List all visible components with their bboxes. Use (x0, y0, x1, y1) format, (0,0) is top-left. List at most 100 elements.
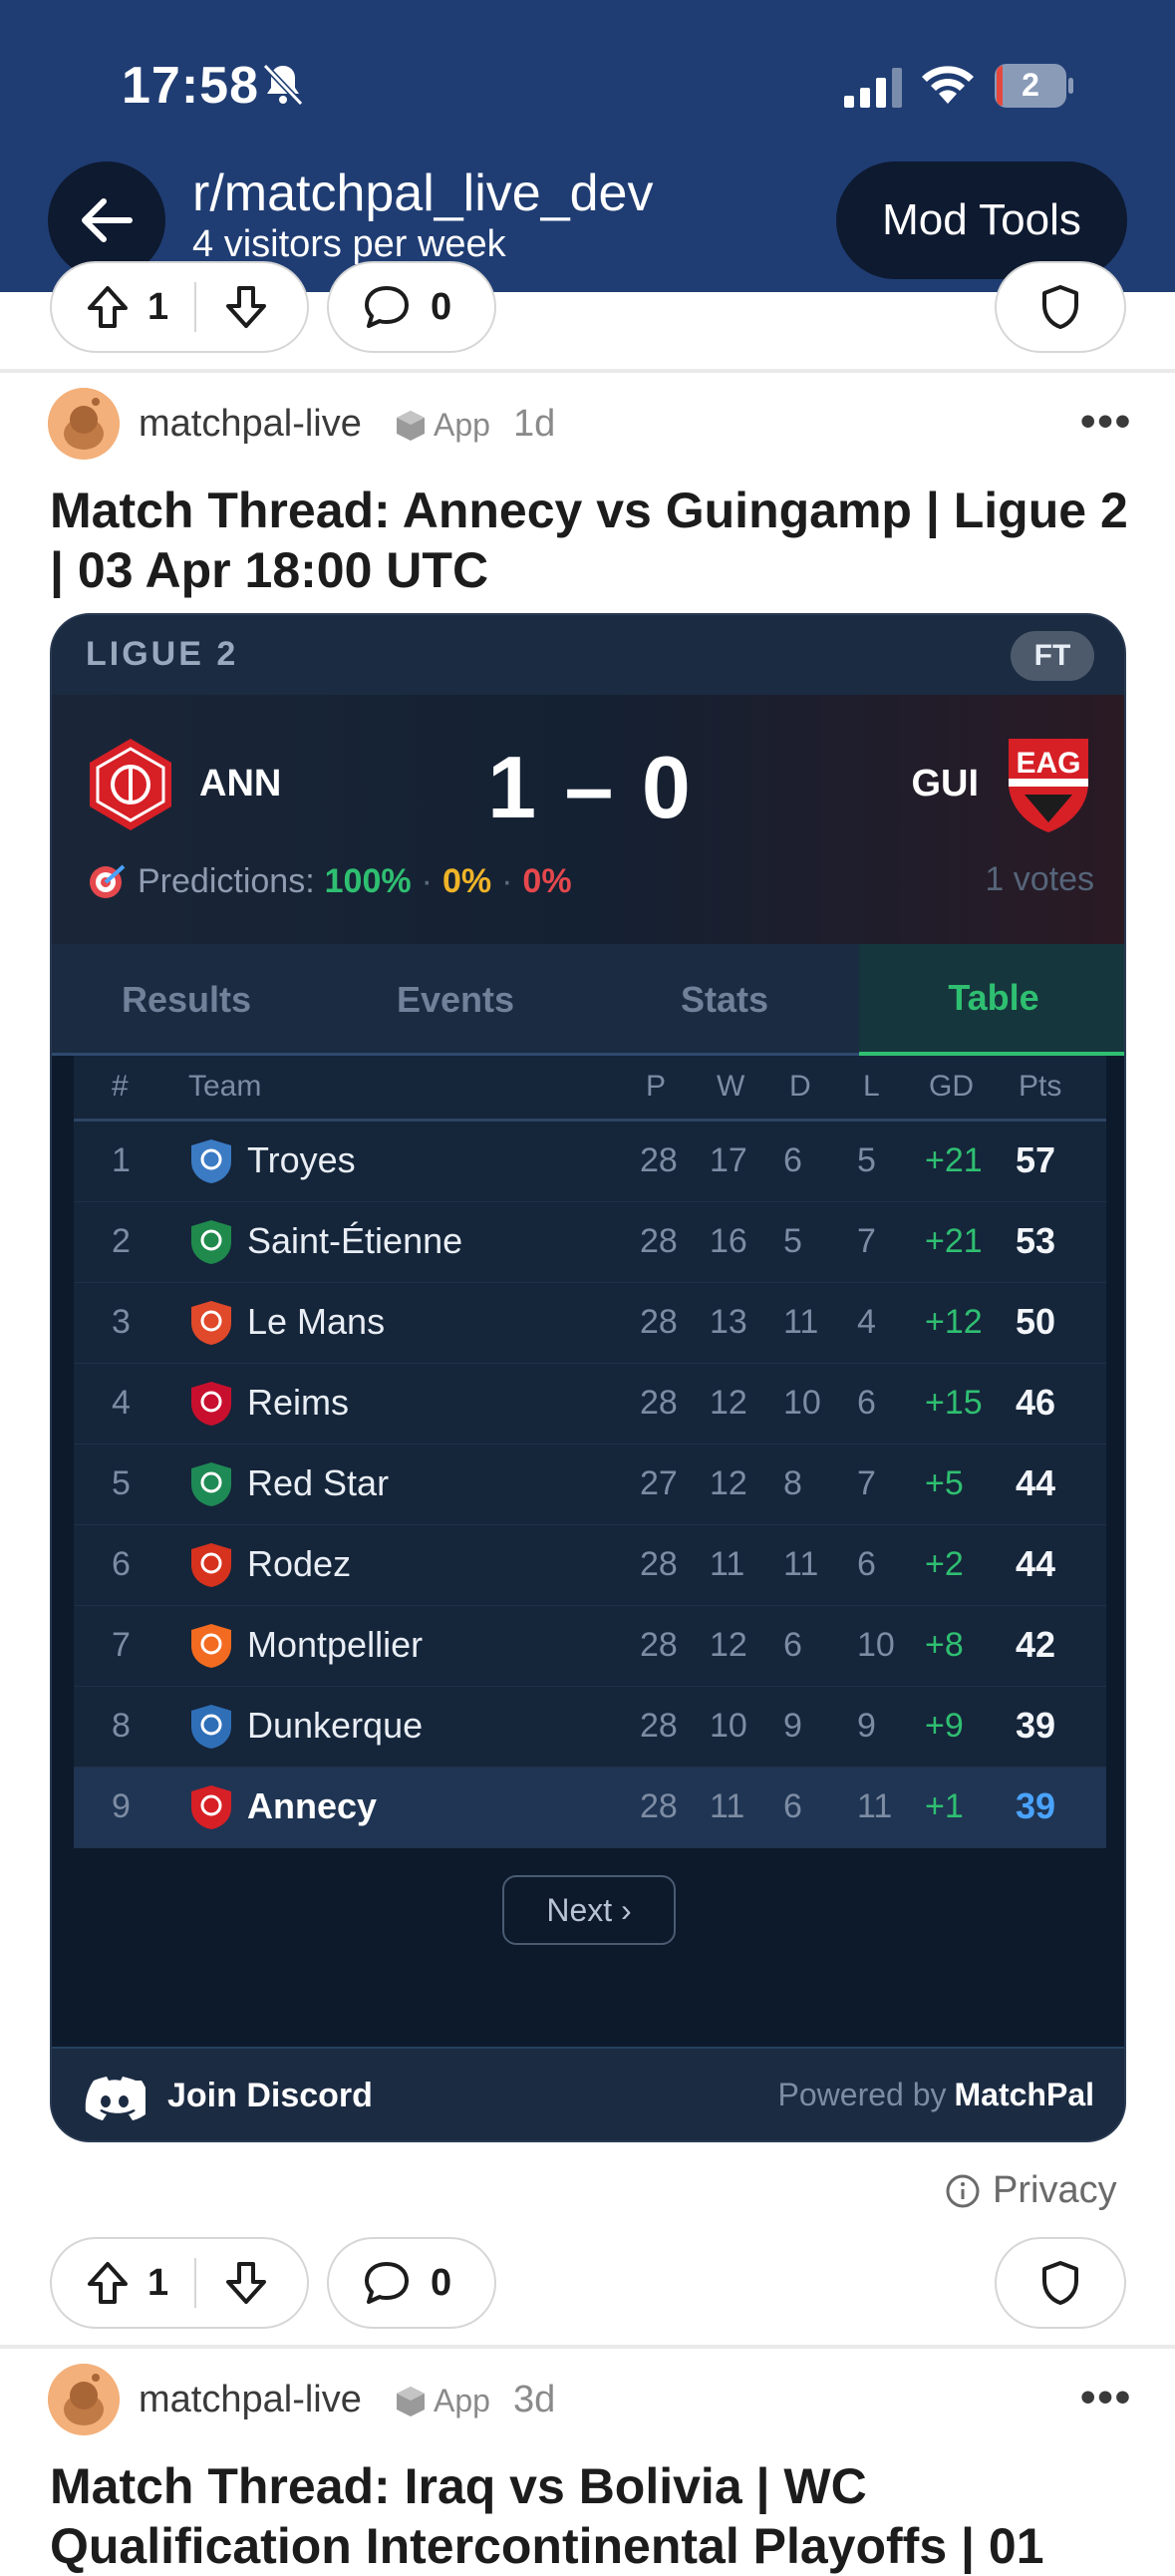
mod-shield-button[interactable] (995, 2237, 1126, 2329)
row-drawn: 10 (783, 1384, 821, 1422)
row-goal-diff: +9 (925, 1707, 964, 1745)
widget-footer: Join Discord Powered by MatchPal (52, 2047, 1124, 2140)
row-goal-diff: +1 (925, 1787, 964, 1825)
row-team-name: Rodez (247, 1543, 352, 1584)
row-lost: 10 (857, 1626, 895, 1664)
comment-count: 0 (431, 2261, 452, 2304)
status-time: 17:58 (122, 57, 259, 115)
upvote-icon[interactable] (86, 284, 130, 330)
row-lost: 7 (857, 1222, 876, 1260)
subreddit-visitors: 4 visitors per week (192, 223, 506, 265)
wifi-icon (922, 66, 974, 104)
next-page-button[interactable]: Next › (502, 1875, 676, 1945)
row-won: 16 (710, 1222, 747, 1260)
row-won: 11 (710, 1545, 745, 1583)
snoo-avatar-icon (48, 2364, 120, 2435)
avatar[interactable] (48, 2364, 120, 2435)
team-crest-icon (191, 1543, 231, 1587)
post-title[interactable]: Match Thread: Iraq vs Bolivia | WC Quali… (50, 2456, 1136, 2576)
match-widget: LIGUE 2 FT ANN 1 – 0 GUI EAG Predictions… (50, 613, 1126, 2142)
table-row[interactable]: 2 Saint-Étienne 28 16 5 7 +21 53 (74, 1202, 1106, 1283)
comments-button[interactable]: 0 (327, 2237, 496, 2329)
row-played: 28 (640, 1707, 678, 1745)
row-rank: 7 (112, 1626, 131, 1664)
more-options-button[interactable]: ••• (1080, 397, 1132, 447)
row-won: 12 (710, 1626, 747, 1664)
upvote-icon[interactable] (86, 2260, 130, 2306)
row-team-name: Le Mans (247, 1301, 386, 1342)
team-crest-icon (191, 1785, 231, 1829)
row-rank: 8 (112, 1707, 131, 1745)
subreddit-name[interactable]: r/matchpal_live_dev (192, 163, 653, 223)
row-rank: 5 (112, 1464, 131, 1502)
table-row[interactable]: 8 Dunkerque 28 10 9 9 +9 39 (74, 1687, 1106, 1768)
post-author[interactable]: matchpal-live (139, 403, 362, 446)
team-crest-icon (191, 1705, 231, 1749)
row-points: 57 (1016, 1139, 1056, 1180)
table-row[interactable]: 3 Le Mans 28 13 11 4 +12 50 (74, 1283, 1106, 1364)
prediction-away: 0% (522, 861, 572, 900)
row-goal-diff: +2 (925, 1545, 964, 1583)
app-badge-label: App (434, 407, 490, 443)
table-row[interactable]: 9 Annecy 28 11 6 11 +1 39 (74, 1768, 1106, 1848)
row-played: 28 (640, 1141, 678, 1179)
app-header: 17:58 2 r/matchpal_live_dev 4 visitors p… (0, 0, 1175, 292)
predictions-label: Predictions: (138, 861, 315, 900)
predictions-row: Predictions: 100% · 0% · 0% (86, 860, 572, 902)
brand-name[interactable]: MatchPal (955, 2077, 1094, 2112)
row-points: 53 (1016, 1220, 1056, 1261)
tab-table[interactable]: Table (859, 944, 1124, 1056)
row-played: 28 (640, 1222, 678, 1260)
row-points: 44 (1016, 1462, 1056, 1503)
mod-shield-button[interactable] (995, 261, 1126, 353)
row-team-name: Troyes (247, 1139, 356, 1180)
downvote-icon[interactable] (224, 2260, 268, 2306)
privacy-link[interactable]: Privacy (945, 2169, 1117, 2212)
row-team-name: Montpellier (247, 1624, 424, 1665)
row-won: 17 (710, 1141, 747, 1179)
league-label: LIGUE 2 (86, 635, 239, 673)
row-points: 39 (1016, 1705, 1056, 1746)
row-drawn: 6 (783, 1141, 802, 1179)
row-rank: 9 (112, 1787, 131, 1825)
table-row[interactable]: 7 Montpellier 28 12 6 10 +8 42 (74, 1606, 1106, 1687)
table-row[interactable]: 4 Reims 28 12 10 6 +15 46 (74, 1364, 1106, 1445)
row-played: 28 (640, 1787, 678, 1825)
table-row[interactable]: 6 Rodez 28 11 11 6 +2 44 (74, 1525, 1106, 1606)
table-row[interactable]: 5 Red Star 27 12 8 7 +5 44 (74, 1445, 1106, 1525)
row-drawn: 11 (783, 1545, 819, 1583)
table-row[interactable]: 1 Troyes 28 17 6 5 +21 57 (74, 1122, 1106, 1202)
col-played: P (646, 1070, 667, 1103)
row-rank: 6 (112, 1545, 131, 1583)
discord-icon[interactable] (84, 2075, 146, 2122)
post-time: 1d (513, 403, 556, 445)
row-points: 39 (1016, 1785, 1056, 1826)
row-won: 11 (710, 1787, 745, 1825)
row-lost: 11 (857, 1787, 893, 1825)
cube-icon (397, 410, 425, 441)
row-won: 12 (710, 1464, 747, 1502)
prediction-home: 100% (324, 861, 412, 900)
post-author[interactable]: matchpal-live (139, 2379, 362, 2421)
powered-by-label: Powered by (777, 2077, 947, 2112)
snoo-avatar-icon (48, 388, 120, 460)
comments-button[interactable]: 0 (327, 261, 496, 353)
tab-events[interactable]: Events (321, 944, 590, 1056)
row-drawn: 11 (783, 1303, 819, 1341)
row-played: 28 (640, 1545, 678, 1583)
row-rank: 4 (112, 1384, 131, 1422)
downvote-icon[interactable] (224, 284, 268, 330)
post-title[interactable]: Match Thread: Annecy vs Guingamp | Ligue… (50, 481, 1136, 600)
bell-muted-icon (262, 63, 304, 107)
join-discord-link[interactable]: Join Discord (167, 2077, 373, 2115)
tab-stats[interactable]: Stats (590, 944, 859, 1056)
app-badge-label: App (434, 2383, 490, 2418)
row-team-name: Dunkerque (247, 1705, 424, 1746)
away-team-abbr: GUI (911, 763, 979, 805)
row-goal-diff: +5 (925, 1464, 964, 1502)
tab-results[interactable]: Results (52, 944, 321, 1056)
avatar[interactable] (48, 388, 120, 460)
row-played: 28 (640, 1303, 678, 1341)
more-options-button[interactable]: ••• (1080, 2373, 1132, 2422)
scoreboard: ANN 1 – 0 GUI EAG Predictions: 100% · 0%… (52, 695, 1124, 944)
